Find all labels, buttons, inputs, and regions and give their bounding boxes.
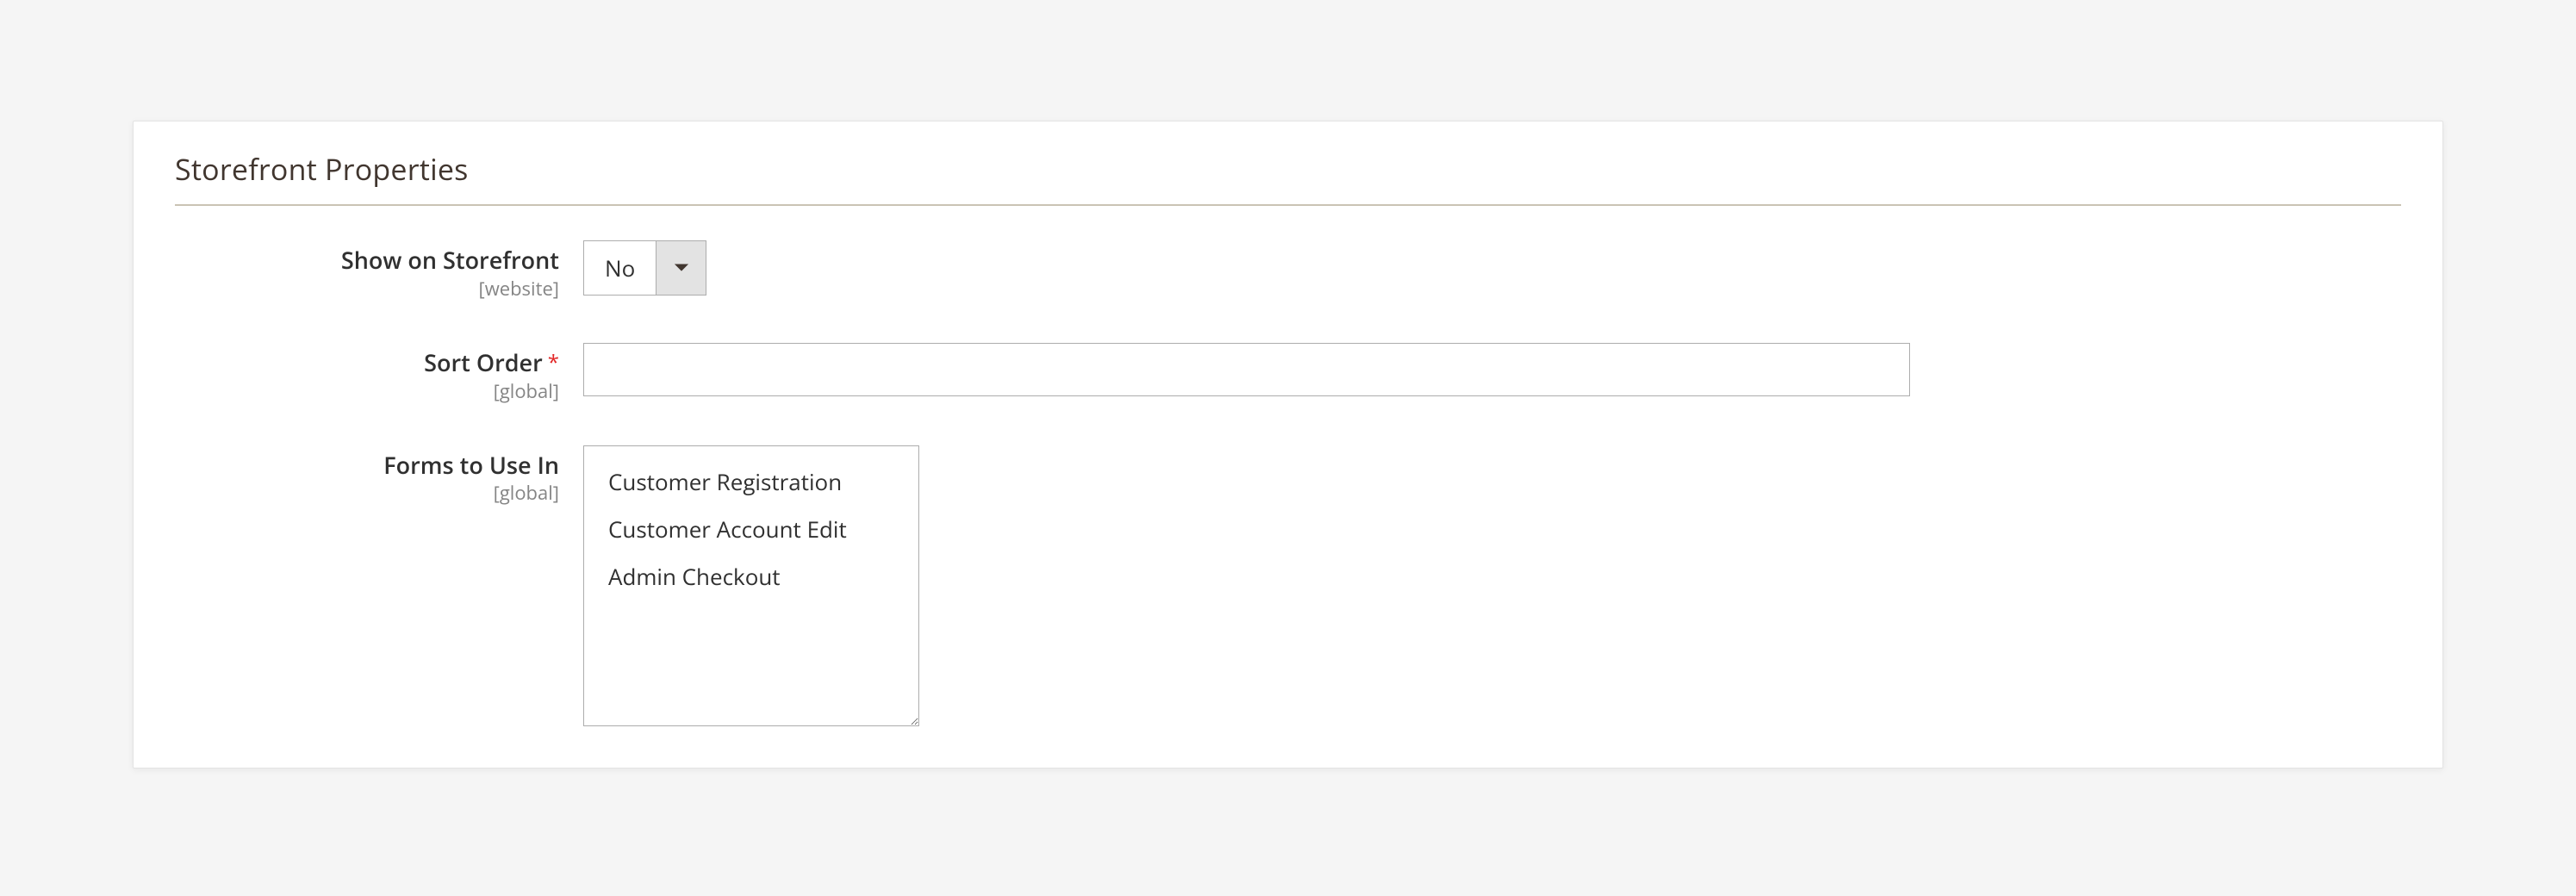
sort-order-scope: [global] xyxy=(175,378,559,404)
required-mark: * xyxy=(548,348,559,376)
field-row-sort-order: Sort Order* [global] xyxy=(175,343,2401,404)
chevron-down-icon xyxy=(674,263,689,273)
storefront-properties-panel: Storefront Properties Show on Storefront… xyxy=(133,121,2443,768)
show-on-storefront-toggle[interactable] xyxy=(656,241,706,295)
show-on-storefront-label: Show on Storefront xyxy=(341,244,559,276)
sort-order-input[interactable] xyxy=(583,343,1910,396)
forms-to-use-in-label: Forms to Use In xyxy=(383,449,559,481)
field-label-col: Sort Order* [global] xyxy=(175,343,583,404)
multiselect-option[interactable]: Customer Registration xyxy=(584,458,918,506)
field-row-forms-to-use-in: Forms to Use In [global] Customer Regist… xyxy=(175,445,2401,726)
forms-to-use-in-multiselect[interactable]: Customer Registration Customer Account E… xyxy=(583,445,919,726)
sort-order-label: Sort Order xyxy=(424,346,543,378)
show-on-storefront-scope: [website] xyxy=(175,276,559,302)
field-label-col: Forms to Use In [global] xyxy=(175,445,583,507)
multiselect-option[interactable]: Customer Account Edit xyxy=(584,506,918,553)
multiselect-option[interactable]: Admin Checkout xyxy=(584,553,918,600)
panel-title: Storefront Properties xyxy=(175,149,2401,206)
show-on-storefront-select[interactable]: No xyxy=(583,240,706,296)
field-row-show-on-storefront: Show on Storefront [website] No xyxy=(175,240,2401,302)
field-control-col xyxy=(583,343,2401,396)
field-control-col: Customer Registration Customer Account E… xyxy=(583,445,2401,726)
show-on-storefront-value: No xyxy=(584,241,656,295)
forms-to-use-in-scope: [global] xyxy=(175,480,559,506)
field-label-col: Show on Storefront [website] xyxy=(175,240,583,302)
field-control-col: No xyxy=(583,240,2401,296)
